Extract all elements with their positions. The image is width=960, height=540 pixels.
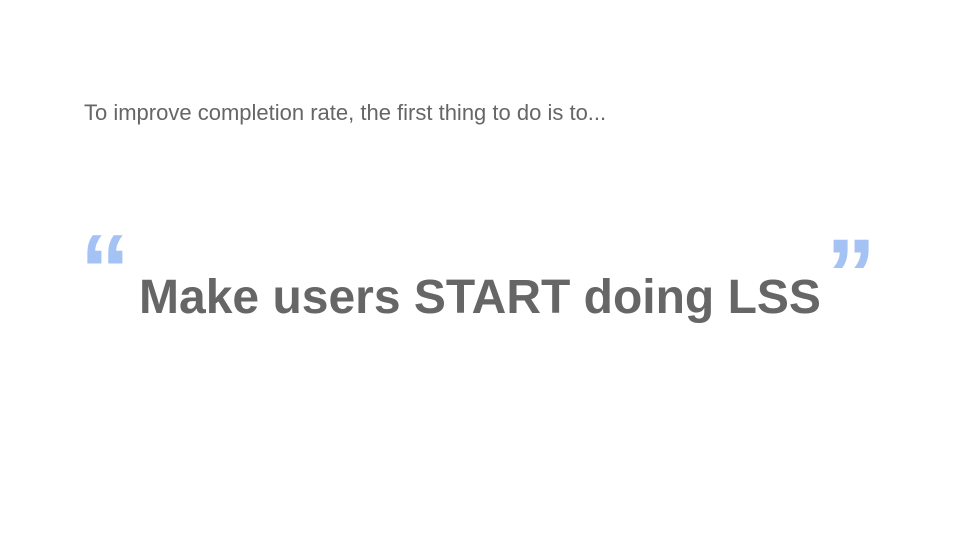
slide: To improve completion rate, the first th… (0, 0, 960, 540)
headline-quote: Make users START doing LSS (139, 271, 821, 324)
close-quote-icon: ” (826, 219, 876, 331)
intro-text: To improve completion rate, the first th… (84, 100, 607, 125)
